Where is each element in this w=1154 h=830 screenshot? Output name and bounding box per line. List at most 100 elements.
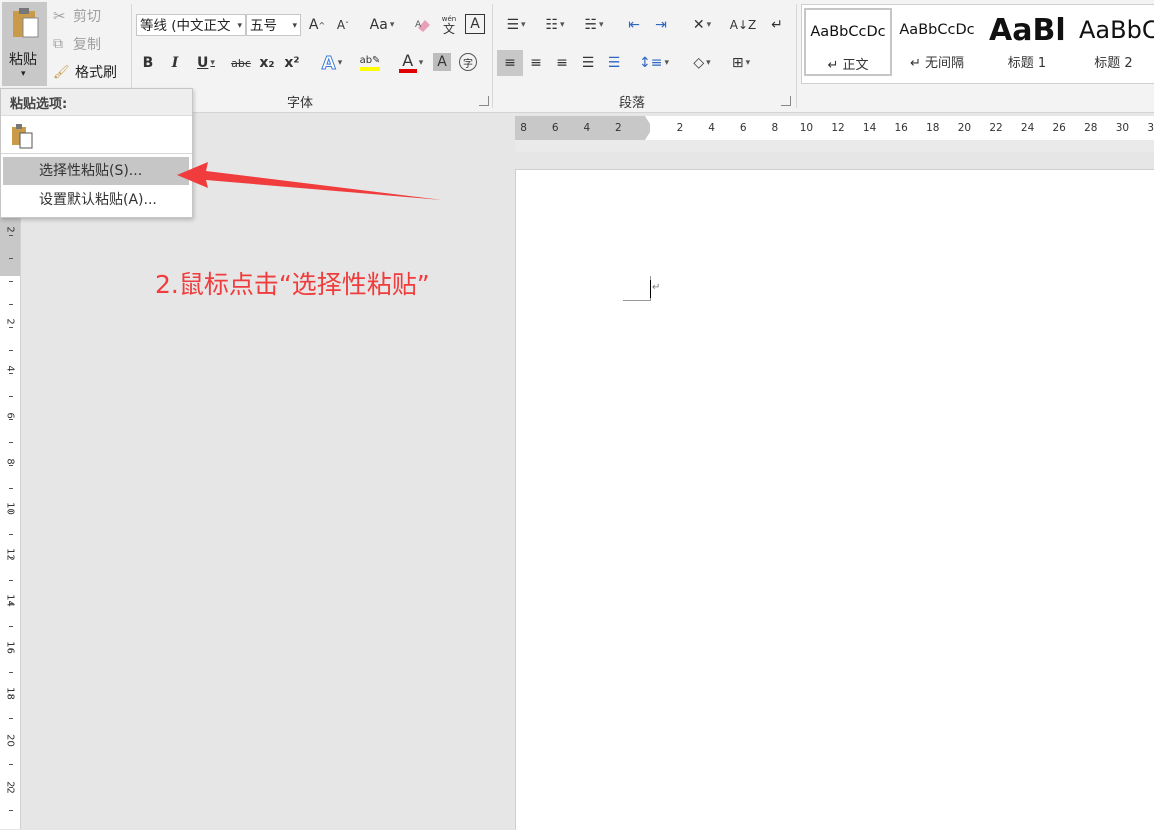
align-left-icon: ≡ [504, 55, 516, 71]
bullet-list-icon: ☰ [506, 17, 520, 33]
italic-button[interactable]: I [165, 52, 185, 74]
text-effects-button[interactable]: A ▾ [316, 52, 348, 74]
font-name-combo[interactable]: 等线 (中文正文 ▾ [136, 14, 246, 36]
font-group-label: 字体 [287, 96, 314, 111]
ruler-number: 8 [771, 122, 779, 134]
font-color-button[interactable]: A ▾ [394, 50, 428, 76]
svg-text:A: A [415, 20, 422, 30]
paste-button[interactable]: 粘贴 ▾ [2, 2, 47, 86]
paste-special-menu-item[interactable]: 选择性粘贴(S)... [3, 157, 189, 185]
vertical-ruler-tick [9, 465, 13, 466]
shading-button[interactable]: ◇ ▾ [684, 50, 720, 76]
change-case-button[interactable]: Aa ▾ [364, 14, 400, 36]
style-name: 标题 1 [1007, 56, 1047, 71]
bold-label: B [142, 55, 154, 71]
vertical-ruler-number: 14 [4, 594, 16, 607]
style-preview: AaBl [989, 12, 1066, 48]
first-line-indent-marker[interactable] [645, 116, 655, 124]
text-effects-icon: A [321, 52, 336, 74]
justify-button[interactable]: ☰ [576, 50, 600, 76]
chevron-down-icon: ▾ [237, 21, 242, 31]
vertical-ruler-tick [9, 258, 13, 259]
subscript-button[interactable]: x₂ [257, 52, 277, 74]
line-spacing-button[interactable]: ↕≡ ▾ [636, 50, 672, 76]
highlight-button[interactable]: ab✎ [352, 52, 388, 74]
highlight-color-bar [360, 67, 380, 71]
superscript-label: x² [284, 55, 300, 71]
ruler-number: 4 [708, 122, 715, 134]
style-name: ↵ 正文 [827, 58, 869, 73]
ruler-number: 24 [1020, 122, 1035, 134]
format-painter-label: 格式刷 [75, 65, 117, 81]
paragraph-mark-icon: ↵ [771, 17, 783, 33]
italic-label: I [171, 55, 179, 71]
text-cursor [650, 280, 651, 298]
show-marks-button[interactable]: ↵ [766, 14, 788, 36]
vertical-ruler-tick [9, 764, 13, 765]
vertical-ruler-tick [9, 235, 13, 236]
clipboard-icon [13, 8, 39, 38]
borders-icon: ⊞ [731, 55, 744, 71]
ruler-number: 6 [551, 122, 559, 134]
style-heading-1[interactable]: AaBl 标题 1 [983, 8, 1071, 76]
paragraph-group-label: 段落 [619, 96, 646, 111]
pinyin-guide-button[interactable]: wén 文 [438, 12, 460, 38]
increase-indent-button[interactable]: ⇥ [650, 14, 672, 36]
bold-button[interactable]: B [138, 52, 158, 74]
ruler-number: 8 [520, 122, 527, 134]
style-no-spacing[interactable]: AaBbCcDc ↵ 无间隔 [893, 8, 981, 76]
font-color-bar [398, 69, 417, 73]
font-size-combo[interactable]: 五号 ▾ [246, 14, 301, 36]
align-right-button[interactable]: ≡ [550, 50, 574, 76]
chinese-layout-button[interactable]: ✕ ▾ [685, 14, 719, 36]
keep-text-only-option[interactable] [9, 123, 37, 149]
vertical-ruler-tick [9, 304, 13, 305]
font-dialog-launcher[interactable] [479, 96, 489, 106]
subscript-label: x₂ [259, 55, 275, 71]
sort-button[interactable]: A↓Z [730, 14, 756, 36]
paragraph-dialog-launcher[interactable] [781, 96, 791, 106]
distributed-button[interactable]: ☰ [602, 50, 626, 76]
ruler-number: 16 [894, 122, 908, 134]
change-case-label: Aa [369, 17, 388, 33]
ruler-number: 26 [1052, 122, 1066, 134]
grow-font-button[interactable]: A ^ [306, 14, 328, 36]
vertical-ruler-tick [9, 649, 13, 650]
clear-format-button[interactable]: A [412, 14, 434, 36]
char-shading-label: A [437, 54, 447, 70]
hanging-indent-marker[interactable] [645, 132, 655, 140]
copy-icon: ⧉ [53, 36, 63, 52]
strikethrough-button[interactable]: abc [229, 52, 253, 74]
set-default-paste-label: 设置默认粘贴(A)... [39, 192, 157, 208]
multilevel-list-button[interactable]: ☵ ▾ [577, 14, 611, 36]
character-border-button[interactable]: A [465, 14, 485, 34]
distributed-icon: ☰ [607, 55, 621, 71]
cut-button[interactable]: ✂ 剪切 [53, 6, 101, 26]
vertical-ruler-number: 6 [4, 412, 16, 419]
underline-button[interactable]: U ▾ [190, 52, 222, 74]
document-page[interactable]: ↵ [515, 169, 1154, 830]
copy-button[interactable]: ⧉ 复制 [53, 34, 101, 54]
superscript-button[interactable]: x² [282, 52, 302, 74]
bullets-button[interactable]: ☰ ▾ [499, 14, 533, 36]
decrease-indent-button[interactable]: ⇤ [623, 14, 645, 36]
enclose-characters-button[interactable]: 字 [459, 53, 477, 71]
ruler-number: 2 [615, 122, 622, 134]
ruler-number: 10 [799, 122, 814, 134]
paintbrush-icon: 🖌 [53, 64, 70, 80]
enclose-char-label: 字 [463, 58, 473, 70]
set-default-paste-menu-item[interactable]: 设置默认粘贴(A)... [3, 186, 189, 214]
numbering-button[interactable]: ☷ ▾ [538, 14, 572, 36]
ruler-number: 28 [1084, 122, 1098, 134]
character-shading-button[interactable]: A [433, 53, 451, 71]
shrink-font-button[interactable]: Aˇ [332, 14, 354, 36]
align-left-button[interactable]: ≡ [497, 50, 523, 76]
multilevel-list-icon: ☵ [584, 17, 598, 33]
vertical-ruler-tick [9, 741, 13, 742]
style-heading-2[interactable]: AaBbC 标题 2 [1073, 8, 1154, 76]
align-center-button[interactable]: ≡ [524, 50, 548, 76]
annotation-text: 2.鼠标点击“选择性粘贴” [155, 270, 430, 299]
style-normal[interactable]: AaBbCcDc ↵ 正文 [804, 8, 892, 76]
format-painter-button[interactable]: 🖌 格式刷 [53, 62, 117, 82]
borders-button[interactable]: ⊞ ▾ [723, 50, 759, 76]
